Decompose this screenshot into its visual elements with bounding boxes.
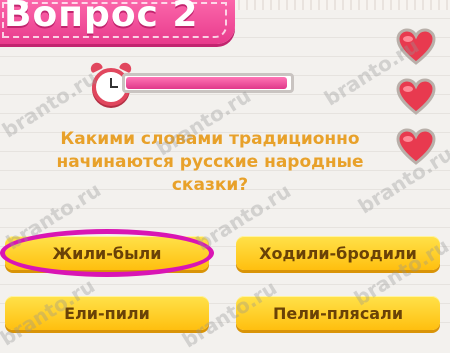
question-banner: Вопрос 2 bbox=[0, 0, 235, 44]
heart-icon bbox=[396, 78, 436, 118]
answer-label: Пели-плясали bbox=[272, 303, 404, 323]
question-text: Какими словами традиционно начинаются ру… bbox=[56, 129, 364, 195]
answer-label: Жили-были bbox=[52, 243, 162, 263]
answer-button-2[interactable]: Ходили-бродили bbox=[236, 236, 440, 270]
answer-button-1[interactable]: Жили-были bbox=[5, 236, 209, 270]
lives-indicator bbox=[396, 28, 440, 178]
question-number-title: Вопрос 2 bbox=[4, 0, 199, 35]
timer-progress-fill bbox=[126, 77, 287, 89]
heart-icon bbox=[396, 128, 436, 168]
answer-button-4[interactable]: Пели-плясали bbox=[236, 296, 440, 330]
heart-icon bbox=[396, 28, 436, 68]
timer-progress-bar bbox=[122, 73, 294, 93]
answer-label: Ели-пили bbox=[64, 303, 150, 323]
answer-label: Ходили-бродили bbox=[259, 243, 417, 263]
answer-button-3[interactable]: Ели-пили bbox=[5, 296, 209, 330]
